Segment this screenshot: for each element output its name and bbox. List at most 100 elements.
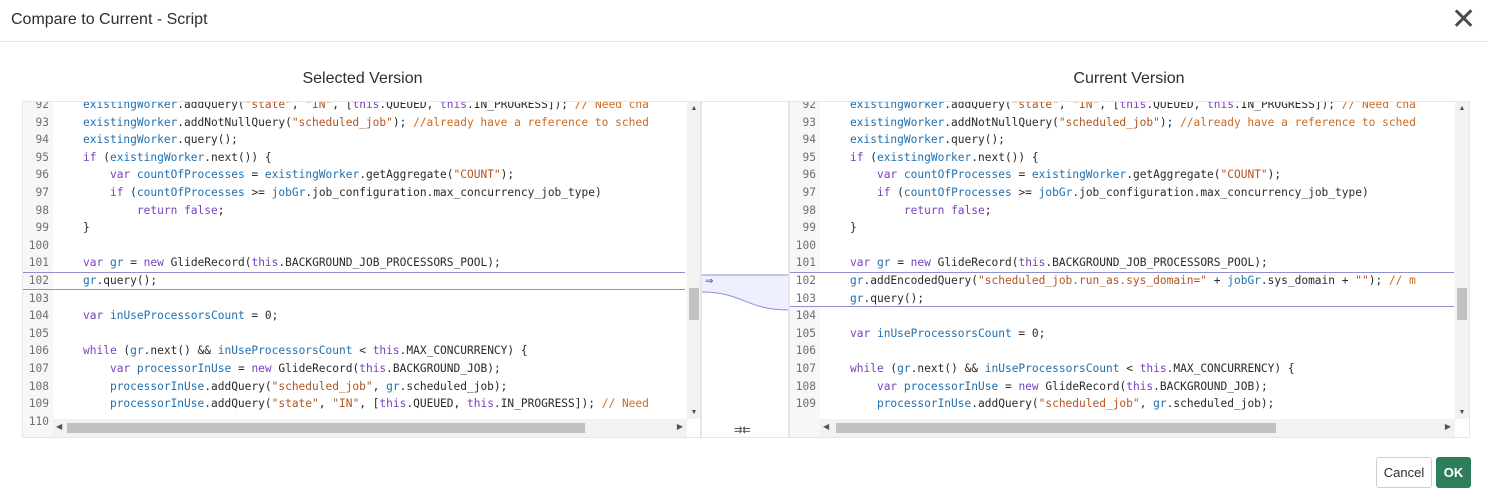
line-number: 103 (28, 291, 49, 305)
line-number: 96 (802, 168, 816, 182)
code-line: 102 gr.query(); (23, 272, 685, 290)
line-number: 101 (795, 256, 816, 270)
line-code: existingWorker.addQuery("state", "IN", [… (850, 101, 1416, 111)
line-code: var processorInUse = new GlideRecord(thi… (876, 379, 1268, 393)
code-line: 99} (23, 219, 685, 237)
line-number: 94 (35, 133, 49, 147)
line-code: var countOfProcesses = existingWorker.ge… (109, 168, 515, 182)
code-line: 100 (790, 237, 1454, 255)
line-number: 110 (28, 414, 49, 428)
current-version-editor[interactable]: 92 existingWorker.addQuery("state", "IN",… (789, 101, 1470, 438)
close-icon[interactable]: ✕ (1451, 5, 1476, 35)
scroll-right-icon[interactable]: ▶ (677, 422, 683, 431)
scroll-left-icon[interactable]: ◀ (823, 422, 829, 431)
line-code: while (gr.next() && inUseProcessorsCount… (83, 344, 528, 358)
line-number: 107 (795, 362, 816, 375)
line-number: 95 (35, 150, 49, 164)
line-code: existingWorker.addQuery("state", "IN", [… (83, 101, 649, 111)
code-line: 93 existingWorker.addNotNullQuery("schedu… (790, 114, 1454, 132)
scroll-thumb[interactable] (836, 423, 1276, 433)
code-line: 96 var countOfProcesses = existingWorker… (790, 166, 1454, 184)
cancel-button[interactable]: Cancel (1376, 457, 1432, 488)
scroll-right-icon[interactable]: ▶ (1445, 422, 1451, 431)
line-number: 109 (28, 397, 49, 411)
line-number: 104 (28, 309, 49, 323)
vertical-scrollbar[interactable]: ▲ ▼ (687, 102, 700, 419)
scroll-thumb[interactable] (67, 423, 585, 433)
code-line: 103 gr.query(); (790, 289, 1454, 308)
current-version-heading: Current Version (1073, 70, 1185, 87)
code-line: 108 var processorInUse = new GlideRecord… (790, 378, 1454, 396)
code-line: 93 existingWorker.addNotNullQuery("schedu… (23, 114, 685, 132)
code-area[interactable]: 92 existingWorker.addQuery("state", "IN",… (23, 102, 700, 437)
code-area[interactable]: 92 existingWorker.addQuery("state", "IN",… (790, 102, 1469, 437)
line-code: return false; (903, 203, 992, 217)
line-number: 108 (28, 379, 49, 393)
code-line: 98 return false; (790, 202, 1454, 220)
code-line: 95 if (existingWorker.next()) { (790, 149, 1454, 167)
line-number: 103 (795, 291, 816, 305)
line-code: var gr = new GlideRecord(this.BACKGROUND… (83, 256, 501, 270)
line-code: existingWorker.query(); (850, 133, 1005, 147)
line-number: 108 (795, 379, 816, 393)
line-number: 99 (802, 221, 816, 235)
copy-right-arrow-icon[interactable]: ⇒ (705, 276, 713, 287)
code-line: 107 var processorInUse = new GlideRecord… (23, 360, 685, 378)
dialog-header: Compare to Current - Script ✕ (0, 0, 1487, 42)
line-code: if (countOfProcesses >= jobGr.job_config… (109, 186, 602, 199)
selected-version-editor[interactable]: 92 existingWorker.addQuery("state", "IN",… (22, 101, 701, 438)
code-line: 108 processorInUse.addQuery("scheduled_j… (23, 378, 685, 396)
scroll-thumb[interactable] (1457, 288, 1467, 320)
line-code: existingWorker.addNotNullQuery("schedule… (83, 115, 649, 129)
line-code: if (countOfProcesses >= jobGr.job_config… (876, 186, 1369, 199)
code-line: 104 var inUseProcessorsCount = 0; (23, 307, 685, 325)
dialog-title: Compare to Current - Script (11, 11, 208, 28)
line-code: gr.addEncodedQuery("scheduled_job.run_as… (850, 274, 1416, 287)
line-number: 100 (795, 238, 816, 252)
line-code: existingWorker.query(); (83, 133, 238, 147)
line-code: processorInUse.addQuery("scheduled_job",… (109, 379, 508, 393)
vertical-scrollbar[interactable]: ▲ ▼ (1455, 102, 1469, 419)
line-code: processorInUse.addQuery("scheduled_job",… (876, 397, 1275, 411)
horizontal-scrollbar[interactable]: ◀ ▶ (820, 419, 1455, 437)
line-code: return false; (136, 203, 225, 217)
line-number: 107 (28, 362, 49, 375)
scroll-down-icon[interactable]: ▼ (687, 409, 700, 416)
line-number: 102 (28, 274, 49, 287)
code-line: 102 gr.addEncodedQuery("scheduled_job.run… (790, 272, 1454, 290)
line-code: if (existingWorker.next()) { (83, 150, 272, 164)
code-line: 97 if (countOfProcesses >= jobGr.job_con… (23, 184, 685, 202)
scroll-left-icon[interactable]: ◀ (56, 422, 62, 431)
diff-connector (702, 274, 789, 311)
scroll-thumb[interactable] (689, 288, 699, 320)
line-number: 104 (795, 309, 816, 323)
ok-button[interactable]: OK (1436, 457, 1471, 488)
line-code: gr.query(); (83, 274, 158, 287)
line-code: existingWorker.addNotNullQuery("schedule… (850, 115, 1416, 129)
code-line: 99} (790, 219, 1454, 237)
scroll-down-icon[interactable]: ▼ (1455, 409, 1469, 416)
line-number: 93 (802, 115, 816, 129)
line-number: 98 (802, 203, 816, 217)
line-number: 102 (795, 274, 816, 287)
code-line: 94 existingWorker.query(); (23, 131, 685, 149)
scroll-up-icon[interactable]: ▲ (687, 105, 700, 112)
line-number: 97 (802, 186, 816, 199)
scroll-up-icon[interactable]: ▲ (1455, 105, 1469, 112)
code-line: 96 var countOfProcesses = existingWorker… (23, 166, 685, 184)
code-line: 107 while (gr.next() && inUseProcessorsCo… (790, 360, 1454, 378)
horizontal-scrollbar[interactable]: ◀ ▶ (53, 419, 687, 437)
line-number: 93 (35, 115, 49, 129)
line-number: 98 (35, 203, 49, 217)
sync-scroll-icon[interactable]: ⇉⇇ (734, 425, 751, 436)
line-number: 109 (795, 397, 816, 411)
code-line: 106 (790, 342, 1454, 360)
code-line: 106 while (gr.next() && inUseProcessorsCo… (23, 342, 685, 360)
code-line: 98 return false; (23, 202, 685, 220)
code-line: 94 existingWorker.query(); (790, 131, 1454, 149)
line-code: var countOfProcesses = existingWorker.ge… (876, 168, 1282, 182)
line-code: gr.query(); (850, 291, 925, 305)
code-line: 95 if (existingWorker.next()) { (23, 149, 685, 167)
line-number: 92 (35, 101, 49, 111)
line-number: 105 (795, 326, 816, 340)
